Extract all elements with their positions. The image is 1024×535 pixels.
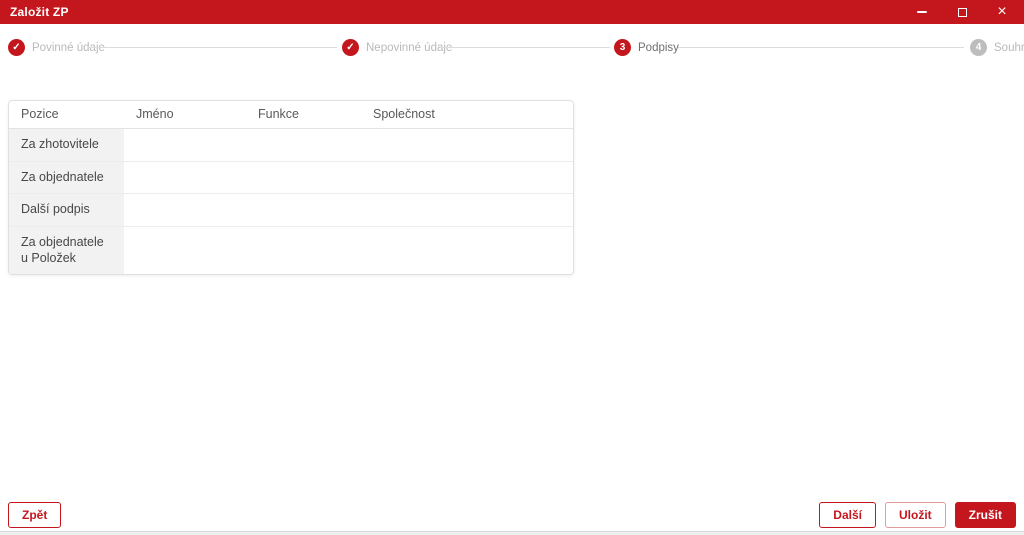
- step-done-check-icon: ✓: [342, 39, 359, 56]
- column-header-funkce: Funkce: [246, 101, 361, 129]
- window-bottom-edge: [0, 531, 1024, 535]
- column-header-pozice: Pozice: [9, 101, 124, 129]
- table-row: Za zhotovitele: [9, 128, 573, 162]
- close-button[interactable]: ×: [994, 4, 1010, 20]
- row-label-cell: Za zhotovitele: [9, 128, 124, 162]
- step-number-badge: 3: [614, 39, 631, 56]
- back-button[interactable]: Zpět: [8, 502, 62, 528]
- funkce-cell[interactable]: [246, 226, 361, 274]
- step-done-check-icon: ✓: [8, 39, 25, 56]
- jmeno-cell[interactable]: [124, 161, 246, 195]
- funkce-cell[interactable]: [246, 128, 361, 162]
- table-row: Za objednatele: [9, 161, 573, 195]
- maximize-button[interactable]: [954, 4, 970, 20]
- table-row: Za objednatele u Položek: [9, 226, 573, 275]
- step-connector: [440, 47, 610, 48]
- step-nepovinne-udaje[interactable]: ✓ Nepovinné údaje: [342, 39, 452, 56]
- window-controls: ×: [914, 4, 1010, 20]
- minimize-button[interactable]: [914, 4, 930, 20]
- spolecnost-cell[interactable]: [361, 226, 573, 274]
- row-label-cell: Za objednatele u Položek: [9, 226, 124, 275]
- save-button[interactable]: Uložit: [884, 502, 946, 528]
- step-number-badge: 4: [970, 39, 987, 56]
- column-header-jmeno: Jméno: [124, 101, 246, 129]
- row-label-cell: Za objednatele: [9, 161, 124, 195]
- column-header-spolecnost: Společnost: [361, 101, 573, 129]
- title-bar: Založit ZP ×: [0, 0, 1024, 24]
- jmeno-cell[interactable]: [124, 226, 246, 274]
- spolecnost-cell[interactable]: [361, 161, 573, 195]
- row-label-cell: Další podpis: [9, 193, 124, 227]
- cancel-button[interactable]: Zrušit: [954, 502, 1016, 528]
- step-souhrn: 4 Souhrn: [970, 39, 1024, 56]
- table-row: Další podpis: [9, 193, 573, 227]
- wizard-stepper: ✓ Povinné údaje ✓ Nepovinné údaje 3 Podp…: [0, 24, 1024, 72]
- spolecnost-cell[interactable]: [361, 193, 573, 227]
- maximize-icon: [957, 7, 967, 17]
- step-connector: [678, 47, 964, 48]
- jmeno-cell[interactable]: [124, 193, 246, 227]
- next-button[interactable]: Další: [819, 502, 876, 528]
- signatures-table: Pozice Jméno Funkce Společnost Za zhotov…: [8, 100, 574, 276]
- step-connector: [88, 47, 337, 48]
- step-label: Podpisy: [638, 41, 679, 54]
- step-podpisy-active[interactable]: 3 Podpisy: [614, 39, 679, 56]
- jmeno-cell[interactable]: [124, 128, 246, 162]
- funkce-cell[interactable]: [246, 193, 361, 227]
- minimize-icon: [917, 11, 927, 13]
- funkce-cell[interactable]: [246, 161, 361, 195]
- step-label: Souhrn: [994, 41, 1024, 54]
- table-header-row: Pozice Jméno Funkce Společnost: [9, 101, 573, 129]
- close-icon: ×: [997, 3, 1007, 20]
- dialog-zalozit-zp: Založit ZP × ✓ Povinné údaje ✓ Nepovinné…: [0, 0, 1024, 535]
- spolecnost-cell[interactable]: [361, 128, 573, 162]
- window-title: Založit ZP: [10, 5, 69, 19]
